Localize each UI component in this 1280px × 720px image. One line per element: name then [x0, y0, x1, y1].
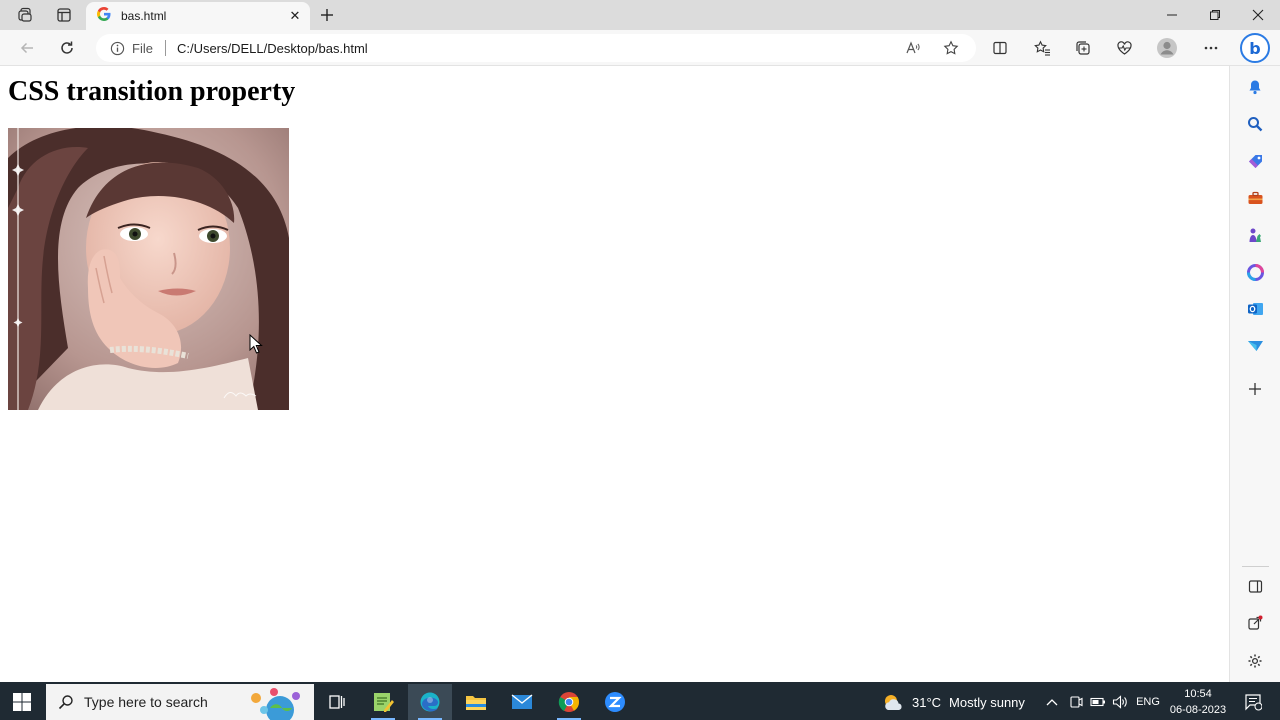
- chevron-up-icon: [1046, 699, 1058, 706]
- heartbeat-icon: [1116, 41, 1132, 55]
- close-window-button[interactable]: [1237, 0, 1279, 30]
- collections-button[interactable]: [1070, 36, 1096, 60]
- workspaces-icon[interactable]: [13, 4, 37, 26]
- web-page-viewport: CSS transition property: [0, 66, 1229, 682]
- notification-bell-icon[interactable]: [1244, 76, 1266, 98]
- tab-strip: bas.html ✕: [0, 0, 1280, 30]
- mail-app[interactable]: [500, 684, 544, 720]
- weather-condition: Mostly sunny: [949, 694, 1025, 710]
- info-icon[interactable]: [110, 41, 125, 56]
- tab-close-button[interactable]: ✕: [284, 5, 306, 27]
- browser-essentials-button[interactable]: [1111, 36, 1137, 60]
- collections-icon: [1076, 41, 1090, 55]
- windows-start-icon[interactable]: [12, 692, 32, 712]
- mouse-cursor-icon: [249, 334, 263, 354]
- favorites-button[interactable]: [1029, 36, 1055, 60]
- search-placeholder: Type here to search: [84, 694, 208, 710]
- page-heading: CSS transition property: [8, 76, 296, 107]
- microsoft-365-icon[interactable]: [1244, 261, 1266, 283]
- search-icon: [58, 695, 73, 710]
- search-highlight-icon: [244, 686, 308, 720]
- edge-icon: [420, 692, 440, 712]
- bing-copilot-button[interactable]: b: [1240, 33, 1270, 63]
- edge-app[interactable]: [408, 684, 452, 720]
- avatar-icon: [1157, 38, 1177, 58]
- task-view-button[interactable]: [315, 684, 359, 720]
- chrome-icon: [558, 692, 580, 712]
- split-screen-icon: [993, 41, 1007, 55]
- refresh-button[interactable]: [54, 36, 80, 60]
- more-dots-icon: [1204, 46, 1218, 50]
- mail-icon: [511, 694, 533, 709]
- folder-icon: [466, 696, 486, 710]
- profile-button[interactable]: [1154, 36, 1180, 60]
- settings-more-button[interactable]: [1198, 36, 1224, 60]
- restore-button[interactable]: [1194, 0, 1236, 30]
- notepad-plus-icon: [374, 693, 394, 712]
- zoom-app[interactable]: [593, 684, 637, 720]
- windows-taskbar: Type here to search 31°C Mostly sunny EN…: [0, 682, 1280, 720]
- restore-icon: [1210, 10, 1220, 20]
- edge-sidebar: [1229, 66, 1280, 682]
- sidebar-settings-gear-icon[interactable]: [1244, 650, 1266, 672]
- battery-tray[interactable]: [1088, 684, 1108, 720]
- zoom-icon: [605, 692, 625, 712]
- drop-send-icon[interactable]: [1244, 335, 1266, 357]
- minimize-icon: [1167, 14, 1177, 16]
- arrow-left-icon: [20, 42, 33, 54]
- tab-title: bas.html: [121, 9, 167, 23]
- address-separator: [164, 40, 166, 56]
- weather-temperature: 31°C: [912, 694, 942, 710]
- outlook-icon[interactable]: [1244, 298, 1266, 320]
- scheme-label: File: [132, 40, 153, 56]
- games-chess-icon[interactable]: [1244, 224, 1266, 246]
- show-hidden-icons-button[interactable]: [1042, 684, 1062, 720]
- clock-date: 06-08-2023: [1169, 704, 1227, 716]
- favorite-star-icon[interactable]: [940, 38, 962, 58]
- notification-chat-icon: [1245, 694, 1262, 711]
- sidebar-divider: [1242, 566, 1269, 567]
- refresh-icon: [61, 41, 73, 54]
- back-button[interactable]: [14, 36, 40, 60]
- plus-icon: [321, 9, 333, 21]
- search-icon[interactable]: [1244, 113, 1266, 135]
- close-icon: [1252, 9, 1264, 21]
- meet-now-tray[interactable]: [1066, 684, 1086, 720]
- favorites-list-icon: [1033, 40, 1050, 56]
- volume-tray[interactable]: [1110, 684, 1130, 720]
- shopping-tag-icon[interactable]: [1244, 150, 1266, 172]
- new-tab-button[interactable]: [316, 4, 338, 26]
- action-center-button[interactable]: [1238, 684, 1268, 720]
- read-aloud-icon[interactable]: [902, 38, 924, 58]
- add-sidebar-app-icon[interactable]: [1244, 378, 1266, 400]
- url-text[interactable]: C:/Users/DELL/Desktop/bas.html: [177, 41, 368, 56]
- vertical-tabs-icon[interactable]: [52, 4, 76, 26]
- device-icon: [1070, 696, 1083, 708]
- language-indicator[interactable]: ENG: [1134, 684, 1162, 720]
- system-clock[interactable]: 10:54 06-08-2023: [1166, 685, 1230, 719]
- file-explorer-app[interactable]: [454, 684, 498, 720]
- notepad-plus-app[interactable]: [361, 684, 405, 720]
- task-view-icon: [329, 695, 345, 709]
- browser-toolbar: File C:/Users/DELL/Desktop/bas.html: [0, 30, 1280, 66]
- battery-icon: [1090, 697, 1105, 707]
- chrome-app[interactable]: [547, 684, 591, 720]
- tools-briefcase-icon[interactable]: [1244, 187, 1266, 209]
- child-portrait-image[interactable]: [8, 128, 289, 410]
- language-label: ENG: [1136, 696, 1160, 708]
- speaker-icon: [1112, 695, 1127, 709]
- weather-widget[interactable]: 31°C Mostly sunny: [882, 684, 1025, 720]
- taskbar-search-box[interactable]: Type here to search: [46, 684, 314, 720]
- google-favicon-icon: [96, 6, 112, 27]
- active-tab[interactable]: bas.html ✕: [86, 2, 310, 30]
- external-link-icon[interactable]: [1244, 612, 1266, 634]
- minimize-button[interactable]: [1151, 0, 1193, 30]
- partly-sunny-icon: [885, 695, 902, 710]
- clock-time: 10:54: [1184, 688, 1212, 700]
- address-bar[interactable]: File C:/Users/DELL/Desktop/bas.html: [96, 34, 976, 62]
- hide-sidebar-icon[interactable]: [1244, 575, 1266, 597]
- split-screen-button[interactable]: [987, 36, 1013, 60]
